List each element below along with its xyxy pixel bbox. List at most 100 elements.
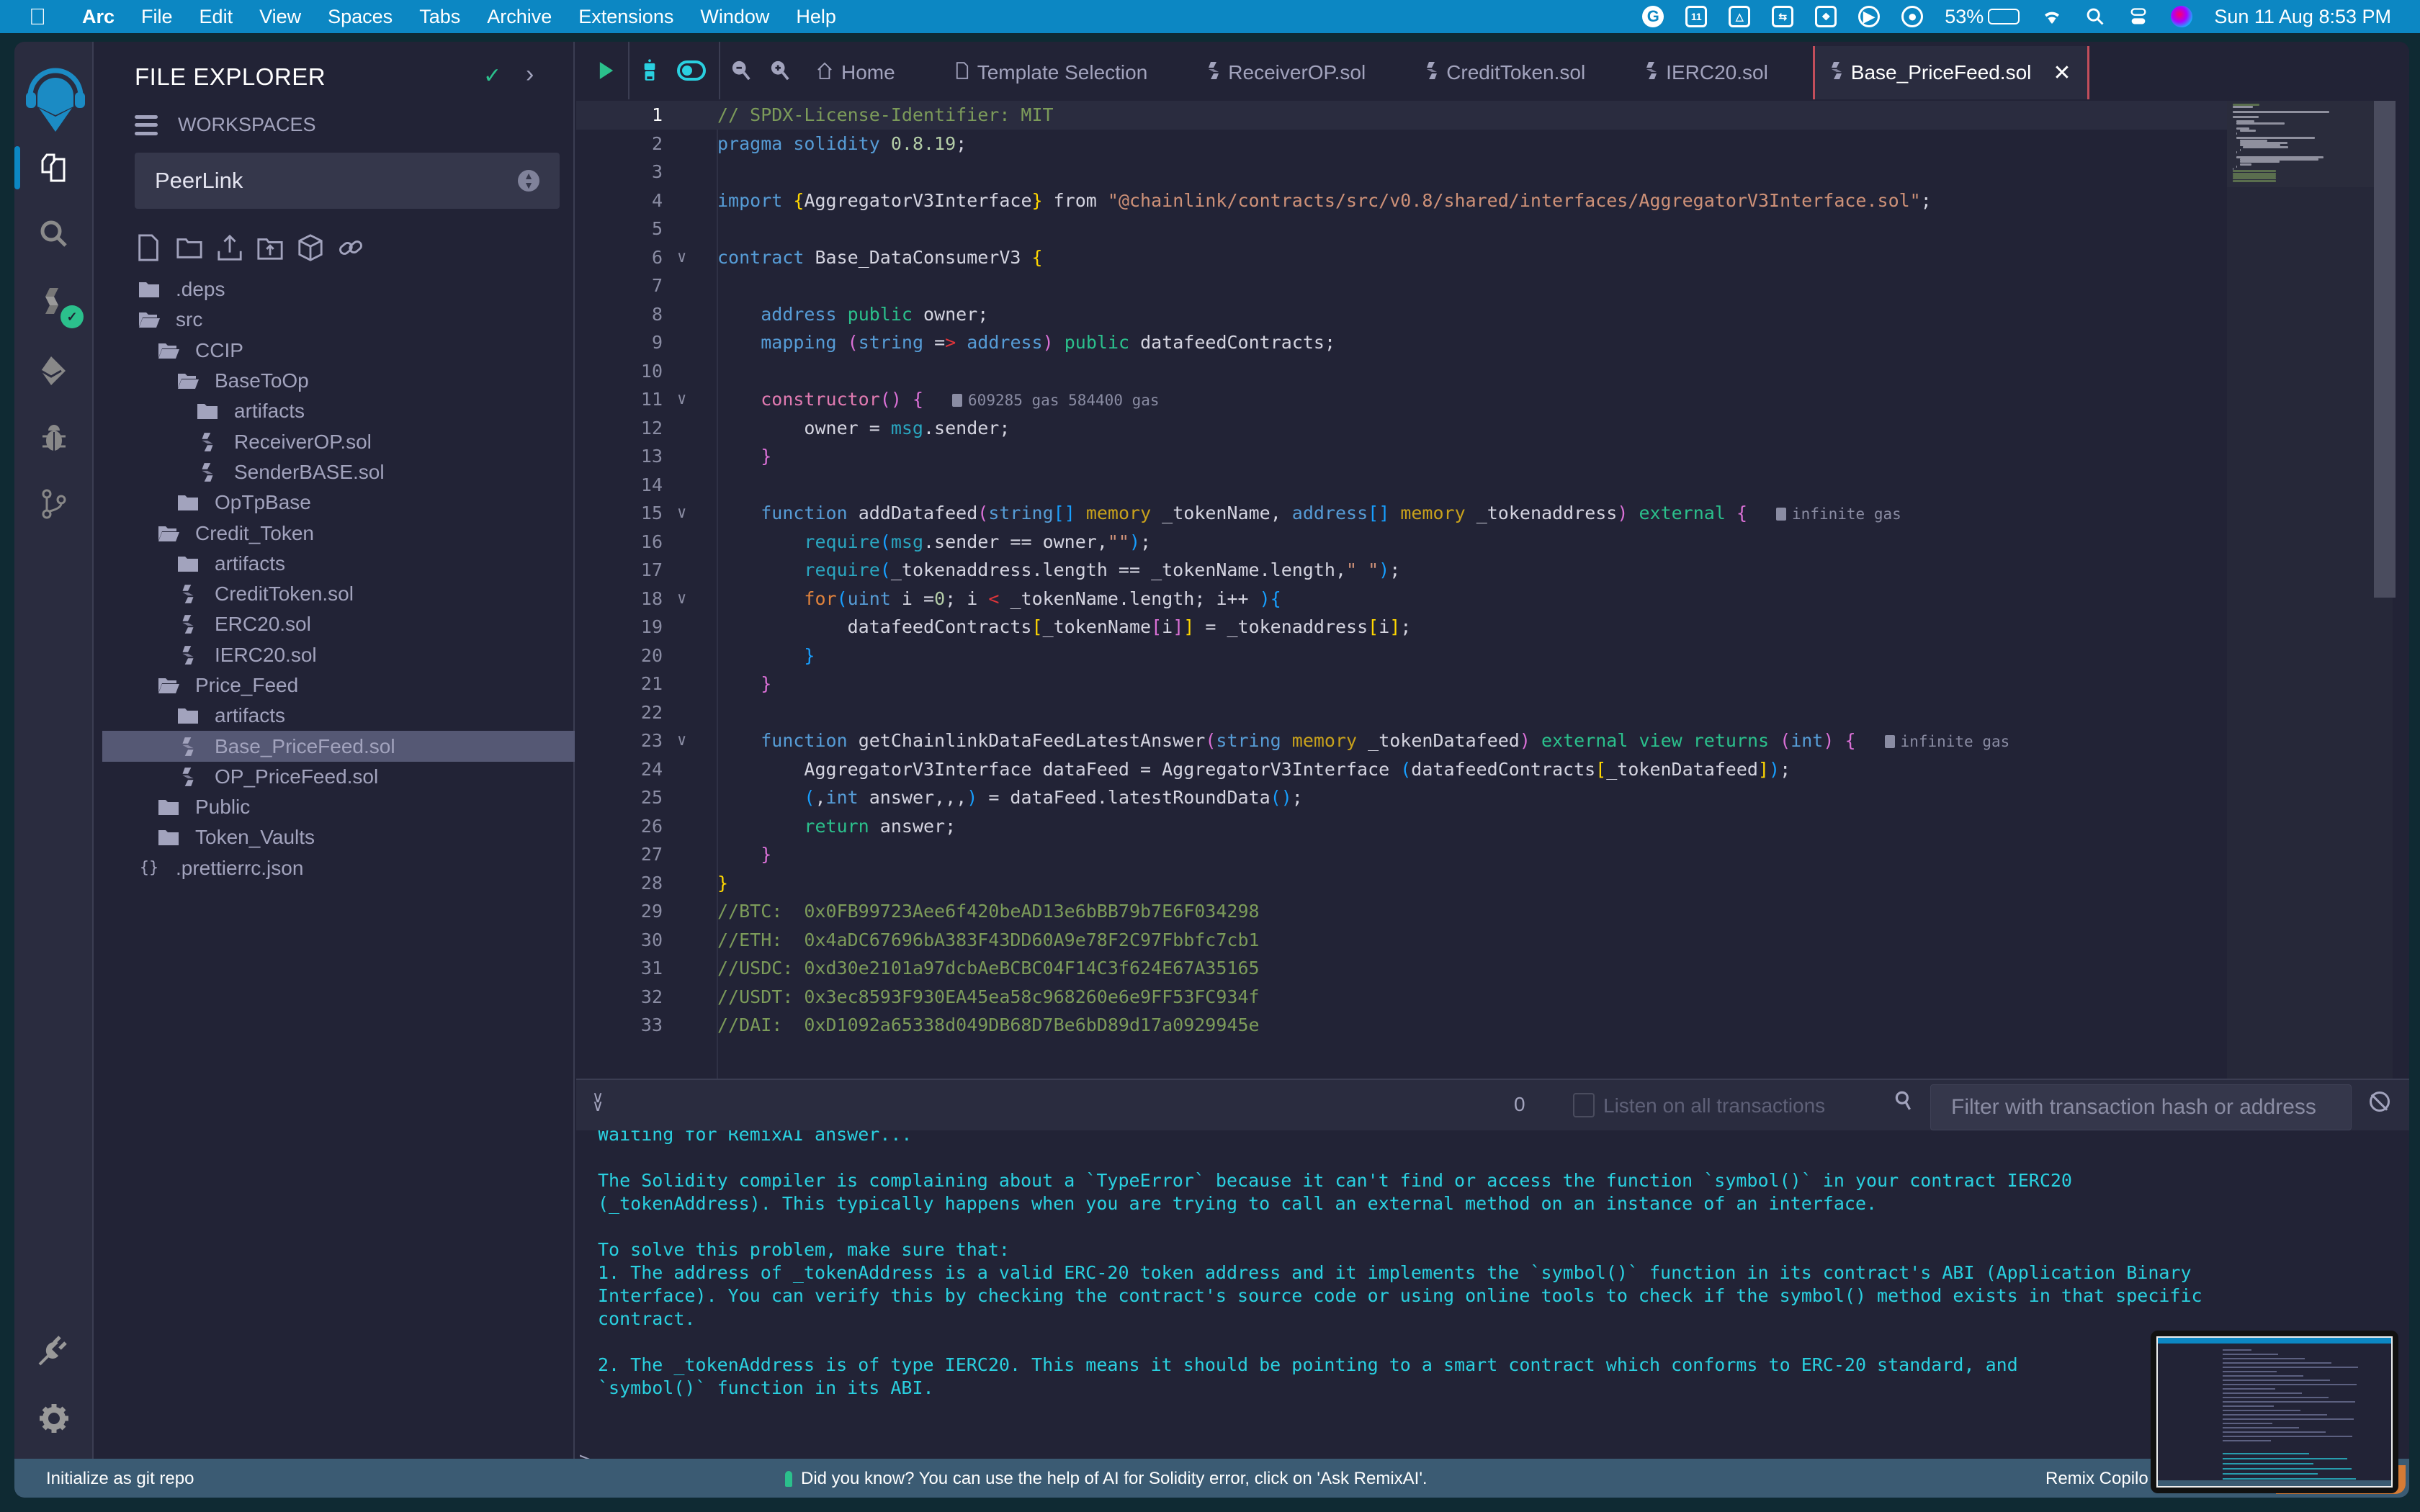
battery-indicator[interactable]: 53%: [1945, 6, 2020, 28]
transaction-filter-input[interactable]: [1930, 1084, 2352, 1130]
tree-file[interactable]: ReceiverOP.sol: [94, 426, 575, 456]
tab-home[interactable]: Home: [801, 46, 911, 99]
fold-chevron-icon[interactable]: ∨: [677, 390, 686, 408]
code-line[interactable]: 14: [576, 471, 2230, 500]
code-editor[interactable]: 1 // SPDX-License-Identifier: MIT 2 pragma …: [576, 101, 2230, 1109]
tree-folder[interactable]: Price_Feed: [94, 670, 575, 701]
rail-plugin-manager[interactable]: [14, 1321, 94, 1379]
code-line[interactable]: 19 datafeedContracts[_tokenName[i]] = _t…: [576, 613, 2230, 642]
remix-copilot-toggle[interactable]: Remix Copilo: [2045, 1469, 2148, 1489]
code-line[interactable]: 22: [576, 698, 2230, 727]
minimap[interactable]: [2227, 101, 2393, 1080]
user-icon[interactable]: ●: [1901, 6, 1924, 27]
code-line[interactable]: 7: [576, 271, 2230, 300]
menu-view[interactable]: View: [259, 6, 301, 28]
clear-console-icon[interactable]: [2370, 1092, 2390, 1112]
menu-window[interactable]: Window: [700, 6, 769, 28]
code-line[interactable]: 24 AggregatorV3Interface dataFeed = Aggr…: [576, 755, 2230, 784]
screenshot-preview-thumbnail[interactable]: [2151, 1331, 2398, 1493]
code-line[interactable]: 32 //USDT: 0x3ec8593F930EA45ea58c968260e6…: [576, 983, 2230, 1012]
upload-file-button[interactable]: [215, 233, 244, 263]
code-line[interactable]: 11 ∨ constructor() {609285 gas 584400 gas: [576, 385, 2230, 414]
rail-search[interactable]: [14, 205, 94, 263]
tree-file[interactable]: OP_PriceFeed.sol: [94, 762, 575, 792]
tree-folder[interactable]: Credit_Token: [94, 518, 575, 548]
code-line[interactable]: 17 require(_tokenaddress.length == _toke…: [576, 556, 2230, 585]
transfer-icon[interactable]: ⇆: [1772, 6, 1794, 27]
menu-extensions[interactable]: Extensions: [578, 6, 673, 28]
tab-receiverop-sol[interactable]: ReceiverOP.sol: [1192, 46, 1381, 99]
rail-deploy-run[interactable]: [14, 342, 94, 400]
code-line[interactable]: 25 (,int answer,,,) = dataFeed.latestRou…: [576, 783, 2230, 812]
code-line[interactable]: 10: [576, 357, 2230, 386]
code-line[interactable]: 21 }: [576, 670, 2230, 698]
fold-chevron-icon[interactable]: ∨: [677, 248, 686, 266]
new-folder-button[interactable]: [175, 233, 204, 263]
rail-debugger[interactable]: [14, 409, 94, 467]
code-line[interactable]: 13 }: [576, 442, 2230, 471]
tree-file[interactable]: ERC20.sol: [94, 609, 575, 639]
code-line[interactable]: 2 pragma solidity 0.8.19;: [576, 130, 2230, 158]
tree-file[interactable]: IERC20.sol: [94, 640, 575, 670]
spotlight-search-icon[interactable]: [2084, 6, 2106, 27]
code-line[interactable]: 8 address public owner;: [576, 300, 2230, 329]
tab-template-selection[interactable]: Template Selection: [940, 46, 1164, 99]
tree-folder[interactable]: src: [94, 305, 575, 335]
remix-logo-icon[interactable]: [23, 63, 88, 135]
terminal-output[interactable]: Waiting for RemixAI answer... The Solidi…: [576, 1130, 2409, 1459]
code-line[interactable]: 27 }: [576, 840, 2230, 869]
hamburger-menu-icon[interactable]: [135, 114, 158, 135]
code-line[interactable]: 15 ∨ function addDatafeed(string[] memory…: [576, 499, 2230, 528]
apple-menu-icon[interactable]: : [29, 4, 58, 30]
listen-all-checkbox[interactable]: [1573, 1093, 1595, 1117]
tab-credittoken-sol[interactable]: CreditToken.sol: [1410, 46, 1601, 99]
menu-file[interactable]: File: [141, 6, 173, 28]
workspace-select[interactable]: PeerLink ▲ ▼: [135, 153, 560, 209]
code-line[interactable]: 30 //ETH: 0x4aDC67696bA383F43DD60A9e78F2C…: [576, 926, 2230, 955]
menu-tabs[interactable]: Tabs: [419, 6, 460, 28]
tab-base-pricefeed-sol[interactable]: Base_PriceFeed.sol ✕: [1812, 46, 2089, 99]
fold-chevron-icon[interactable]: ∨: [677, 590, 686, 608]
code-line[interactable]: 20 }: [576, 642, 2230, 670]
tree-folder[interactable]: Public: [94, 792, 575, 822]
code-line[interactable]: 18 ∨ for(uint i =0; i < _tokenName.length…: [576, 585, 2230, 613]
init-git-repo-button[interactable]: Initialize as git repo: [46, 1469, 194, 1489]
menu-help[interactable]: Help: [796, 6, 836, 28]
tree-folder[interactable]: CCIP: [94, 336, 575, 366]
code-line[interactable]: 33 //DAI: 0xD1092a65338d049DB68D7Be6bD89d…: [576, 1011, 2230, 1040]
editor-scrollbar[interactable]: [2374, 101, 2396, 598]
code-line[interactable]: 5: [576, 215, 2230, 243]
tree-folder[interactable]: artifacts: [94, 701, 575, 731]
run-script-button[interactable]: [585, 42, 628, 99]
play-icon[interactable]: ▶: [1858, 6, 1881, 27]
code-line[interactable]: 28}: [576, 869, 2230, 898]
rail-solidity-compiler[interactable]: ✓: [14, 274, 94, 331]
tree-file[interactable]: CreditToken.sol: [94, 579, 575, 609]
wifi-icon[interactable]: [2041, 6, 2063, 27]
tree-file[interactable]: {} .prettierrc.json: [94, 853, 575, 883]
control-center-icon[interactable]: [2128, 6, 2149, 27]
menu-app-arc[interactable]: Arc: [82, 6, 115, 28]
chevron-right-icon[interactable]: ›: [526, 60, 534, 89]
menu-edit[interactable]: Edit: [200, 6, 233, 28]
close-tab-icon[interactable]: ✕: [2053, 60, 2071, 86]
code-line[interactable]: 9 mapping (string => address) public dat…: [576, 328, 2230, 357]
code-line[interactable]: 16 require(msg.sender == owner,"");: [576, 528, 2230, 557]
fold-chevron-icon[interactable]: ∨: [677, 504, 686, 522]
code-line[interactable]: 1 // SPDX-License-Identifier: MIT: [576, 101, 2230, 130]
new-file-button[interactable]: [135, 233, 163, 263]
code-line[interactable]: 6 ∨ contract Base_DataConsumerV3 {: [576, 243, 2230, 272]
rail-source-control[interactable]: [14, 475, 94, 533]
clock[interactable]: Sun 11 Aug 8:53 PM: [2214, 6, 2391, 28]
tree-file[interactable]: Base_PriceFeed.sol: [102, 731, 575, 762]
ai-toggle[interactable]: [670, 42, 713, 99]
upload-folder-button[interactable]: [256, 233, 284, 263]
terminal-prompt[interactable]: >: [579, 1449, 591, 1459]
tree-folder[interactable]: artifacts: [94, 549, 575, 579]
tab-ierc20-sol[interactable]: IERC20.sol: [1630, 46, 1784, 99]
code-line[interactable]: 4 import {AggregatorV3Interface} from "@c…: [576, 186, 2230, 215]
fold-chevron-icon[interactable]: ∨: [677, 732, 686, 750]
pattern-icon[interactable]: ❖: [1815, 6, 1837, 27]
siri-icon[interactable]: [2171, 6, 2193, 27]
rail-file-explorer[interactable]: [14, 139, 94, 197]
